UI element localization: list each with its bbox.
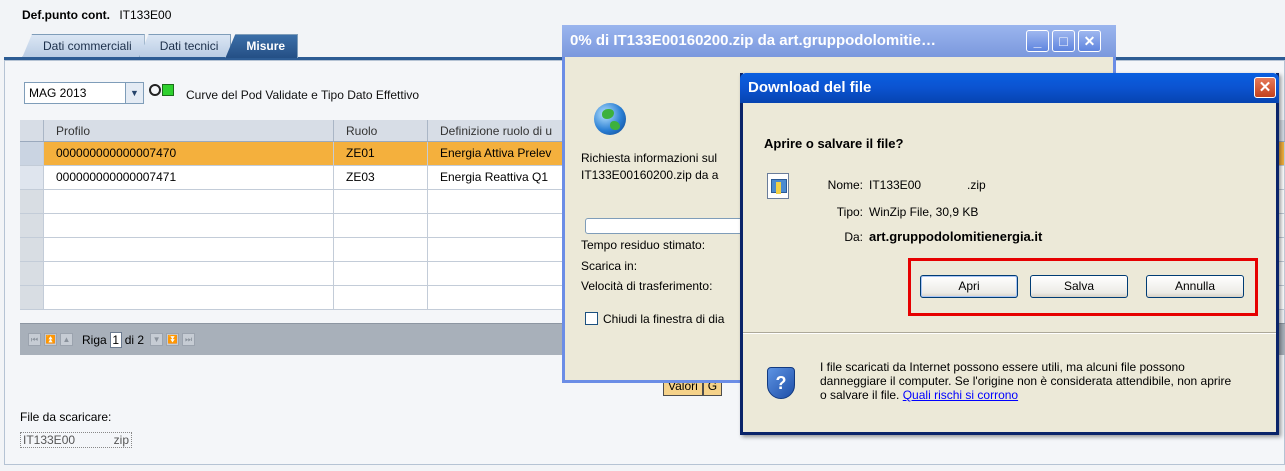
status-circle-icon xyxy=(149,84,161,96)
row-selector xyxy=(20,214,44,237)
column-header-profilo[interactable]: Profilo xyxy=(44,120,334,141)
pager-total: di 2 xyxy=(124,332,145,347)
dialog-title: Download del file xyxy=(748,79,872,96)
type-value: WinZip File, 30,9 KB xyxy=(869,205,979,219)
next-row-icon[interactable]: ▼ xyxy=(150,333,164,346)
progress-file-line: IT133E00160200.zip da a xyxy=(581,168,719,182)
tab-misure[interactable]: Misure xyxy=(225,34,299,58)
close-on-complete-label: Chiudi la finestra di dia xyxy=(603,312,725,326)
chevron-down-icon[interactable]: ▼ xyxy=(125,83,143,103)
row-selector xyxy=(20,262,44,285)
progress-status-line: Richiesta informazioni sul xyxy=(581,151,718,165)
file-link-name: IT133E00 xyxy=(23,433,76,447)
select-all-cell[interactable] xyxy=(20,120,44,141)
dialog-question: Aprire o salvare il file? xyxy=(764,136,904,151)
first-page-icon[interactable]: ⏮ xyxy=(28,333,41,346)
page-title: Def.punto cont. IT133E00 xyxy=(22,8,171,22)
divider xyxy=(743,332,1276,334)
dialog-titlebar[interactable]: Download del file ✕ xyxy=(740,73,1279,103)
progress-bar xyxy=(585,218,745,234)
download-to-label: Scarica in: xyxy=(581,259,638,273)
transfer-rate-label: Velocità di trasferimento: xyxy=(581,279,713,293)
pager-label: Riga xyxy=(82,332,107,347)
warning-text: I file scaricati da Internet possono ess… xyxy=(820,360,1232,402)
row-selector[interactable] xyxy=(20,166,44,189)
row-selector[interactable] xyxy=(20,142,44,165)
risks-link[interactable]: Quali rischi si corrono xyxy=(903,388,1018,402)
file-download-dialog: Download del file ✕ Aprire o salvare il … xyxy=(740,73,1279,435)
globe-icon xyxy=(594,103,626,135)
period-select[interactable]: MAG 2013 ▼ xyxy=(24,82,144,104)
close-icon[interactable]: ✕ xyxy=(1254,77,1276,98)
name-label: Nome: xyxy=(827,178,863,192)
file-link-ext: zip xyxy=(113,433,129,447)
close-icon[interactable]: ✕ xyxy=(1078,30,1101,52)
from-label: Da: xyxy=(844,230,863,244)
file-download-link[interactable]: IT133E00 zip xyxy=(20,432,132,448)
cell-ruolo: ZE01 xyxy=(334,142,428,165)
tab-dati-tecnici[interactable]: Dati tecnici xyxy=(138,34,232,58)
cell-profilo: 000000000000007471 xyxy=(44,166,334,189)
page-input[interactable]: 1 xyxy=(109,331,122,348)
title-value: IT133E00 xyxy=(119,8,172,22)
column-header-ruolo[interactable]: Ruolo xyxy=(334,120,428,141)
shield-icon: ? xyxy=(767,367,795,399)
maximize-icon[interactable]: □ xyxy=(1052,30,1075,52)
prev-row-icon[interactable]: ▲ xyxy=(60,333,73,346)
name-value: IT133E00 .zip xyxy=(869,178,986,192)
row-selector xyxy=(20,238,44,261)
file-name: IT133E00 xyxy=(869,178,922,192)
file-label: File da scaricare: xyxy=(20,410,112,424)
progress-title: 0% di IT133E00160200.zip da art.gruppodo… xyxy=(570,32,936,49)
row-selector xyxy=(20,190,44,213)
open-button[interactable]: Apri xyxy=(920,275,1018,298)
last-page-icon[interactable]: ⏭ xyxy=(182,333,196,346)
minimize-icon[interactable]: _ xyxy=(1026,30,1049,52)
cell-ruolo: ZE03 xyxy=(334,166,428,189)
close-on-complete-checkbox[interactable] xyxy=(585,312,598,325)
time-remaining-label: Tempo residuo stimato: xyxy=(581,238,706,252)
progress-titlebar[interactable]: 0% di IT133E00160200.zip da art.gruppodo… xyxy=(562,25,1116,57)
cell-profilo: 000000000000007470 xyxy=(44,142,334,165)
security-warning: I file scaricati da Internet possono ess… xyxy=(820,360,1240,402)
next-screen-icon[interactable]: ⏬ xyxy=(166,333,180,346)
period-select-value: MAG 2013 xyxy=(29,86,87,100)
prev-screen-icon[interactable]: ⏫ xyxy=(44,333,57,346)
row-selector xyxy=(20,286,44,309)
cancel-button[interactable]: Annulla xyxy=(1146,275,1244,298)
tab-dati-commerciali[interactable]: Dati commerciali xyxy=(22,34,145,58)
from-value: art.gruppodolomitienergia.it xyxy=(869,229,1043,244)
tab-strip: Dati commerciali Dati tecnici Misure xyxy=(22,34,299,58)
status-green-icon xyxy=(162,84,174,96)
title-label: Def.punto cont. xyxy=(22,8,110,22)
curve-label: Curve del Pod Validate e Tipo Dato Effet… xyxy=(186,88,420,102)
file-ext: .zip xyxy=(967,178,986,192)
save-button[interactable]: Salva xyxy=(1030,275,1128,298)
type-label: Tipo: xyxy=(836,205,863,219)
